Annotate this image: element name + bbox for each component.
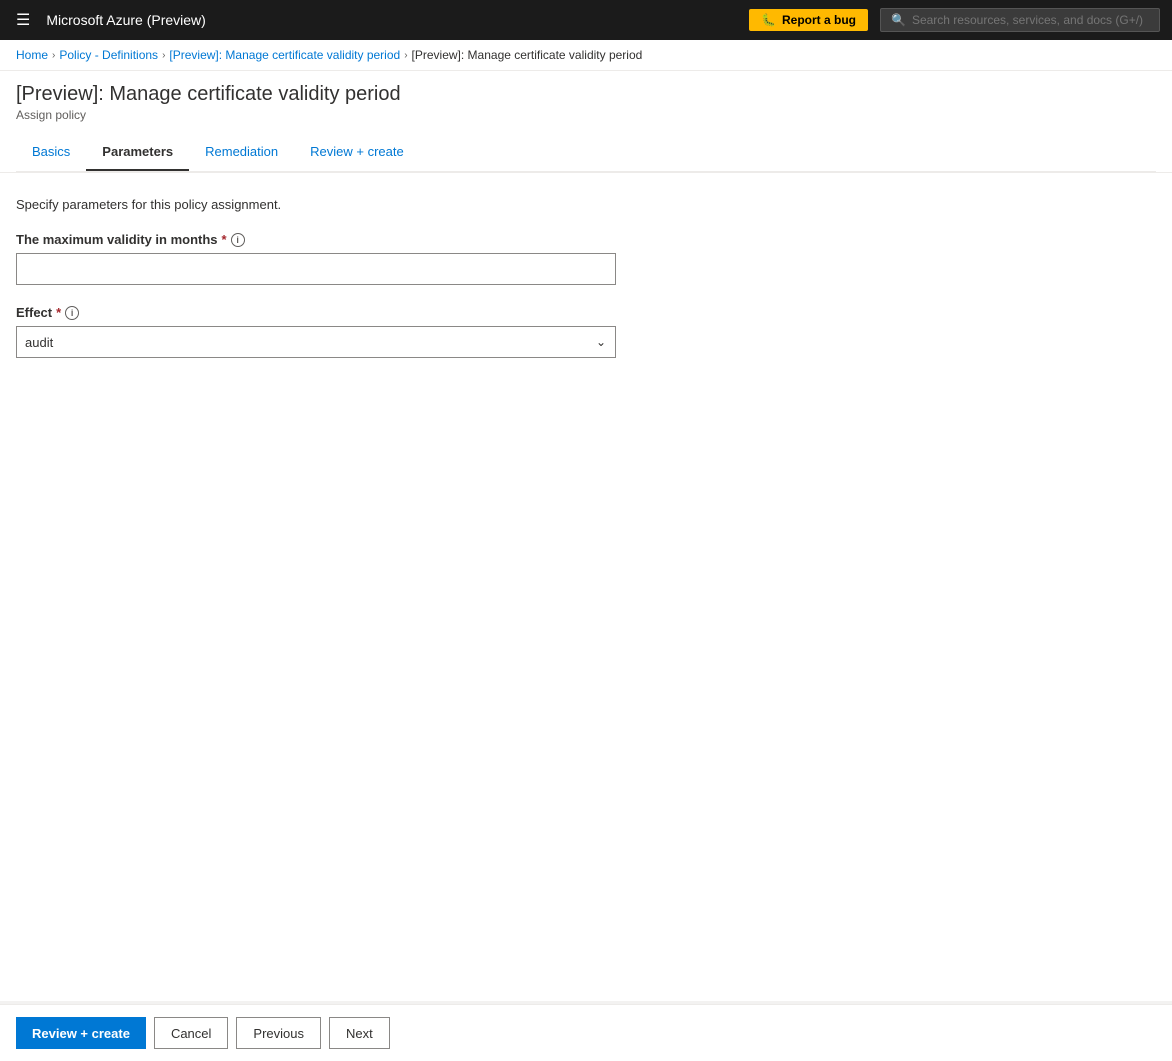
tab-review-create[interactable]: Review + create — [294, 134, 420, 171]
section-description: Specify parameters for this policy assig… — [16, 197, 1156, 212]
bottom-bar: Review + create Cancel Previous Next — [0, 1004, 1172, 1061]
bug-icon: 🐛 — [761, 13, 776, 27]
max-validity-form-group: The maximum validity in months * i — [16, 232, 1156, 285]
max-validity-input[interactable] — [16, 253, 616, 285]
tabs-bar: Basics Parameters Remediation Review + c… — [16, 134, 1156, 172]
report-bug-button[interactable]: 🐛 Report a bug — [749, 9, 868, 31]
search-bar: 🔍 — [880, 8, 1160, 32]
page-header: [Preview]: Manage certificate validity p… — [0, 71, 1172, 173]
content-area: Specify parameters for this policy assig… — [0, 173, 1172, 1001]
breadcrumb-current: [Preview]: Manage certificate validity p… — [412, 48, 643, 62]
breadcrumb-sep-3: › — [404, 50, 407, 61]
page-title: [Preview]: Manage certificate validity p… — [16, 83, 1156, 106]
effect-select-wrapper: audit deny disabled ⌄ — [16, 326, 616, 358]
breadcrumb-manage-cert-link[interactable]: [Preview]: Manage certificate validity p… — [169, 48, 400, 62]
breadcrumb-home-link[interactable]: Home — [16, 48, 48, 62]
effect-form-group: Effect * i audit deny disabled ⌄ — [16, 305, 1156, 358]
breadcrumb-sep-2: › — [162, 50, 165, 61]
breadcrumb: Home › Policy - Definitions › [Preview]:… — [0, 40, 1172, 71]
top-nav-bar: ☰ Microsoft Azure (Preview) 🐛 Report a b… — [0, 0, 1172, 40]
previous-button[interactable]: Previous — [236, 1017, 321, 1049]
page-subtitle: Assign policy — [16, 108, 1156, 122]
breadcrumb-policy-definitions-link[interactable]: Policy - Definitions — [59, 48, 158, 62]
breadcrumb-sep-1: › — [52, 50, 55, 61]
effect-info-icon[interactable]: i — [65, 306, 79, 320]
review-create-button[interactable]: Review + create — [16, 1017, 146, 1049]
cancel-button[interactable]: Cancel — [154, 1017, 228, 1049]
effect-required-star: * — [56, 305, 61, 320]
effect-label: Effect * i — [16, 305, 1156, 320]
tab-parameters[interactable]: Parameters — [86, 134, 189, 171]
next-button[interactable]: Next — [329, 1017, 390, 1049]
max-validity-required-star: * — [222, 232, 227, 247]
max-validity-label: The maximum validity in months * i — [16, 232, 1156, 247]
tab-remediation[interactable]: Remediation — [189, 134, 294, 171]
page-wrapper: Home › Policy - Definitions › [Preview]:… — [0, 40, 1172, 1061]
search-icon: 🔍 — [891, 13, 906, 27]
app-title: Microsoft Azure (Preview) — [46, 12, 737, 28]
max-validity-info-icon[interactable]: i — [231, 233, 245, 247]
search-input[interactable] — [912, 13, 1149, 27]
effect-select[interactable]: audit deny disabled — [16, 326, 616, 358]
tab-basics[interactable]: Basics — [16, 134, 86, 171]
hamburger-menu-icon[interactable]: ☰ — [12, 6, 34, 34]
